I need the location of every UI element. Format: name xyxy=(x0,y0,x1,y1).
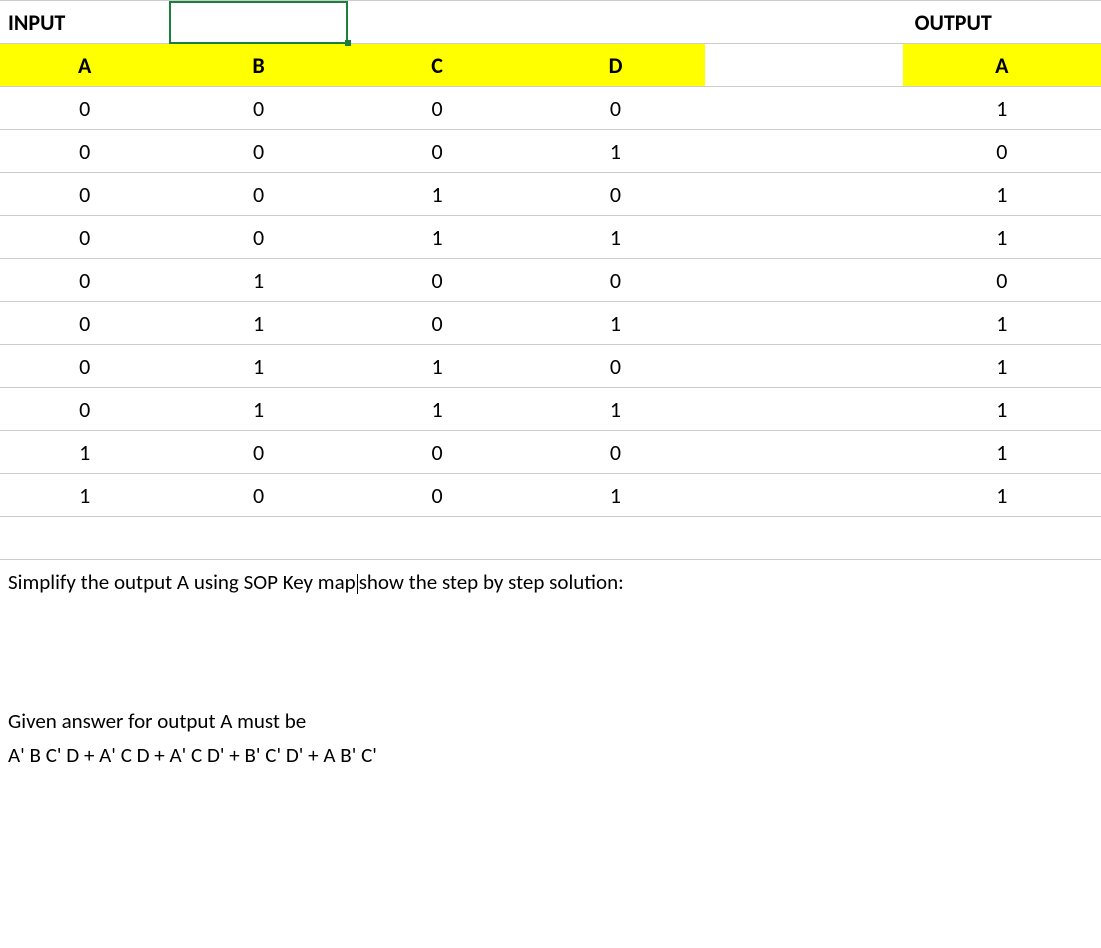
cell-c: 1 xyxy=(348,345,526,388)
cell-c: 0 xyxy=(348,87,526,130)
cell-d: 0 xyxy=(526,87,704,130)
cell-d: 1 xyxy=(526,474,704,517)
cell-out: 1 xyxy=(903,173,1101,216)
output-title: OUTPUT xyxy=(903,1,1101,44)
question-text: Simplify the output A using SOP Key maps… xyxy=(0,560,1101,605)
cell-out: 1 xyxy=(903,345,1101,388)
answer-section: Given answer for output A must be A' B C… xyxy=(0,695,1101,778)
table-row: 0 0 1 0 1 xyxy=(0,173,1101,216)
cell-d: 1 xyxy=(526,216,704,259)
table-row: 1 0 0 0 1 xyxy=(0,431,1101,474)
header-c: C xyxy=(348,44,526,87)
cell-c: 1 xyxy=(348,216,526,259)
cell-a: 1 xyxy=(0,474,169,517)
spacer-row xyxy=(0,517,1101,560)
table-row: 0 0 0 1 0 xyxy=(0,130,1101,173)
cell-a: 0 xyxy=(0,345,169,388)
cell-d: 1 xyxy=(526,388,704,431)
text-cursor-icon xyxy=(357,574,358,594)
header-blank xyxy=(705,44,903,87)
selected-empty-cell[interactable] xyxy=(169,1,347,44)
cell-b: 1 xyxy=(169,259,347,302)
answer-label: Given answer for output A must be xyxy=(8,707,1093,736)
cell-c: 0 xyxy=(348,259,526,302)
table-row: 0 1 1 1 1 xyxy=(0,388,1101,431)
header-b: B xyxy=(169,44,347,87)
table-row: 0 1 1 0 1 xyxy=(0,345,1101,388)
cell-a: 0 xyxy=(0,388,169,431)
cell-out: 1 xyxy=(903,302,1101,345)
cell-a: 0 xyxy=(0,259,169,302)
cell-a: 0 xyxy=(0,173,169,216)
header-d: D xyxy=(526,44,704,87)
table-row: 0 1 0 0 0 xyxy=(0,259,1101,302)
table-row: 1 0 0 1 1 xyxy=(0,474,1101,517)
cell-out: 1 xyxy=(903,474,1101,517)
header-out: A xyxy=(903,44,1101,87)
cell-out: 1 xyxy=(903,431,1101,474)
header-a: A xyxy=(0,44,169,87)
cell-b: 0 xyxy=(169,216,347,259)
cell-a: 0 xyxy=(0,302,169,345)
table-row: 0 0 1 1 1 xyxy=(0,216,1101,259)
cell-d: 0 xyxy=(526,345,704,388)
table-row: 0 0 0 0 1 xyxy=(0,87,1101,130)
truth-table: INPUT OUTPUT A B C D A 0 0 0 0 1 0 0 0 1… xyxy=(0,0,1101,560)
cell-c: 0 xyxy=(348,302,526,345)
cell-b: 0 xyxy=(169,173,347,216)
cell-b: 1 xyxy=(169,345,347,388)
cell-c: 0 xyxy=(348,130,526,173)
cell-b: 1 xyxy=(169,302,347,345)
cell-c: 0 xyxy=(348,431,526,474)
cell-a: 0 xyxy=(0,216,169,259)
title-row: INPUT OUTPUT xyxy=(0,1,1101,44)
cell-c: 1 xyxy=(348,388,526,431)
cell-b: 0 xyxy=(169,130,347,173)
answer-expression: A' B C' D + A' C D + A' C D' + B' C' D' … xyxy=(8,741,1093,770)
cell-b: 0 xyxy=(169,474,347,517)
cell-a: 1 xyxy=(0,431,169,474)
header-row: A B C D A xyxy=(0,44,1101,87)
table-row: 0 1 0 1 1 xyxy=(0,302,1101,345)
cell-d: 0 xyxy=(526,259,704,302)
cell-b: 0 xyxy=(169,87,347,130)
question-part1: Simplify the output A using SOP Key map xyxy=(8,569,356,595)
cell-out: 0 xyxy=(903,130,1101,173)
cell-out: 1 xyxy=(903,87,1101,130)
question-part2: show the step by step solution: xyxy=(359,569,624,595)
cell-d: 1 xyxy=(526,302,704,345)
cell-b: 0 xyxy=(169,431,347,474)
cell-b: 1 xyxy=(169,388,347,431)
cell-c: 0 xyxy=(348,474,526,517)
cell-out: 1 xyxy=(903,216,1101,259)
cell-out: 0 xyxy=(903,259,1101,302)
cell-c: 1 xyxy=(348,173,526,216)
input-title: INPUT xyxy=(0,1,169,44)
cell-d: 0 xyxy=(526,173,704,216)
cell-d: 1 xyxy=(526,130,704,173)
cell-a: 0 xyxy=(0,87,169,130)
cell-out: 1 xyxy=(903,388,1101,431)
cell-d: 0 xyxy=(526,431,704,474)
cell-a: 0 xyxy=(0,130,169,173)
